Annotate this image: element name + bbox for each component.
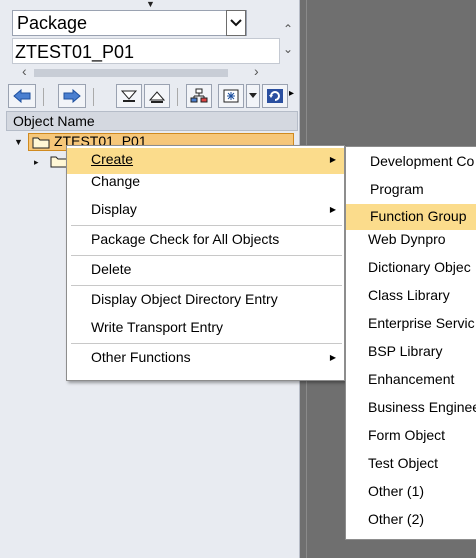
submenu-item-label: Class Library xyxy=(368,287,450,303)
menu-separator xyxy=(71,343,342,344)
menu-item-label: Display Object Directory Entry xyxy=(91,291,278,307)
submenu-item-class-library[interactable]: Class Library xyxy=(346,283,476,309)
menu-item-label: Create xyxy=(91,151,134,167)
submenu-item-label: Other (2) xyxy=(368,511,425,527)
submenu-item-label: Development Co xyxy=(370,153,475,169)
collapse-subtree-button[interactable] xyxy=(144,84,170,108)
back-button[interactable] xyxy=(8,84,36,108)
submenu-item-other-1[interactable]: Other (1) xyxy=(346,479,476,505)
refresh-icon xyxy=(267,89,283,103)
menu-separator xyxy=(71,255,342,256)
menu-item-label: Package Check for All Objects xyxy=(91,231,280,247)
menu-item-other-functions[interactable]: Other Functions ▶ xyxy=(67,346,344,372)
menu-item-package-check[interactable]: Package Check for All Objects xyxy=(67,228,344,254)
menu-item-display-object-directory[interactable]: Display Object Directory Entry xyxy=(67,288,344,314)
hierarchy-button[interactable] xyxy=(186,84,212,108)
scroll-right-icon[interactable]: › xyxy=(254,63,259,79)
submenu-item-label: Enhancement xyxy=(368,371,455,387)
object-type-dropdown-button[interactable] xyxy=(226,10,246,36)
menu-item-delete[interactable]: Delete xyxy=(67,258,344,284)
menu-item-label: Display xyxy=(91,201,137,217)
expand-icon xyxy=(120,90,138,102)
folder-icon xyxy=(32,137,50,149)
submenu-item-dictionary-objects[interactable]: Dictionary Objec xyxy=(346,255,476,281)
create-submenu: Development Co Program Function Group We… xyxy=(345,146,476,540)
submenu-item-label: Form Object xyxy=(368,427,446,443)
submenu-item-label: Web Dynpro xyxy=(368,231,446,247)
submenu-arrow-icon: ▶ xyxy=(329,353,336,362)
submenu-item-test-object[interactable]: Test Object xyxy=(346,451,476,477)
expand-subtree-button[interactable] xyxy=(116,84,142,108)
menu-item-label: Change xyxy=(91,173,141,189)
back-arrow-icon xyxy=(13,89,31,103)
submenu-item-label: Function Group xyxy=(370,208,467,224)
tree-toolbar: ▸ xyxy=(6,84,298,108)
menu-separator xyxy=(71,285,342,286)
expand-node-icon[interactable]: ▸ xyxy=(34,157,39,168)
menu-item-display[interactable]: Display ▶ xyxy=(67,198,344,224)
submenu-arrow-icon: ▶ xyxy=(329,205,336,214)
menu-item-label: Delete xyxy=(91,261,132,277)
submenu-item-label: Dictionary Objec xyxy=(368,259,471,275)
hierarchy-icon xyxy=(190,88,208,103)
toolbar-more-icon[interactable]: ▸ xyxy=(289,88,294,99)
package-name-value: ZTEST01_P01 xyxy=(15,42,135,62)
forward-arrow-icon xyxy=(63,89,81,103)
submenu-item-web-dynpro[interactable]: Web Dynpro xyxy=(346,227,476,253)
package-name-input[interactable]: ZTEST01_P01 xyxy=(12,38,280,64)
tree-header-label: Object Name xyxy=(13,113,95,129)
object-type-value: Package xyxy=(17,13,88,33)
menu-item-label: Write Transport Entry xyxy=(91,319,224,335)
select-dropdown-button[interactable] xyxy=(246,84,260,108)
submenu-item-label: Program xyxy=(370,181,424,197)
submenu-item-label: Test Object xyxy=(368,455,439,471)
scrollbar-thumb[interactable] xyxy=(34,69,228,77)
submenu-item-label: Enterprise Servic xyxy=(368,315,475,331)
select-button[interactable] xyxy=(218,84,244,108)
menu-separator xyxy=(71,225,342,226)
submenu-item-development-coordination[interactable]: Development Co xyxy=(346,149,476,175)
object-type-select[interactable]: Package xyxy=(12,10,247,36)
forward-button[interactable] xyxy=(58,84,86,108)
submenu-item-enterprise-services[interactable]: Enterprise Servic xyxy=(346,311,476,337)
submenu-item-program[interactable]: Program xyxy=(346,177,476,203)
refresh-button[interactable] xyxy=(262,84,288,108)
submenu-item-label: Other (1) xyxy=(368,483,425,499)
submenu-item-enhancement[interactable]: Enhancement xyxy=(346,367,476,393)
submenu-arrow-icon: ▶ xyxy=(329,155,336,164)
submenu-item-business-engineer[interactable]: Business Enginee xyxy=(346,395,476,421)
tree-column-header[interactable]: Object Name xyxy=(6,111,298,131)
collapse-node-icon[interactable]: ▼ xyxy=(14,137,23,147)
scroll-left-icon[interactable]: ‹ xyxy=(22,63,27,79)
menu-item-write-transport[interactable]: Write Transport Entry xyxy=(67,316,344,342)
horizontal-scrollbar[interactable]: ‹ › xyxy=(22,63,262,80)
submenu-item-label: BSP Library xyxy=(368,343,443,359)
menu-item-change[interactable]: Change xyxy=(67,170,344,196)
menu-item-label: Other Functions xyxy=(91,349,191,365)
submenu-item-label: Business Enginee xyxy=(368,399,476,415)
chevron-down-icon xyxy=(249,93,257,98)
submenu-item-other-2[interactable]: Other (2) xyxy=(346,507,476,533)
scroll-up-icon[interactable]: ⌃ xyxy=(283,22,293,36)
select-icon xyxy=(223,89,239,103)
submenu-item-form-object[interactable]: Form Object xyxy=(346,423,476,449)
scroll-down-icon[interactable]: ⌄ xyxy=(283,42,293,56)
context-menu: Create ▶ Change Display ▶ Package Check … xyxy=(66,145,345,381)
chevron-down-icon xyxy=(230,19,242,27)
submenu-item-bsp-library[interactable]: BSP Library xyxy=(346,339,476,365)
collapse-icon xyxy=(148,91,166,103)
dropdown-arrow-icon[interactable]: ▼ xyxy=(146,0,155,9)
